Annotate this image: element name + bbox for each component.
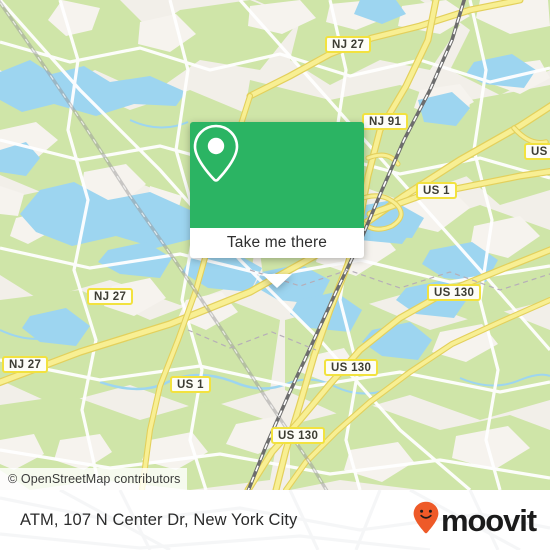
road-shield-us-130-right: US 130 — [427, 284, 482, 301]
road-shield-nj-27-bottomleft: NJ 27 — [2, 356, 49, 373]
road-shield-nj-27-left: NJ 27 — [87, 288, 134, 305]
osm-attribution-text: © OpenStreetMap contributors — [8, 472, 181, 486]
road-shield-us-1-right: US 1 — [416, 182, 457, 199]
callout-tail — [262, 274, 292, 288]
road-shield-nj-27-top: NJ 27 — [325, 36, 372, 53]
callout-pin-panel — [190, 122, 364, 228]
take-me-there-button[interactable]: Take me there — [190, 228, 364, 258]
road-shield-us-130-mid: US 130 — [324, 359, 379, 376]
road-shield-us-1-bottom: US 1 — [170, 376, 211, 393]
footer-bar: ATM, 107 N Center Dr, New York City moov… — [0, 490, 550, 550]
moovit-wordmark: moovit — [440, 502, 537, 538]
road-shield-us-edge: US — [524, 143, 550, 160]
map-canvas[interactable]: NJ 27 NJ 91 US US 1 US 130 NJ 27 US 130 NJ 27 US… — [0, 0, 550, 490]
osm-attribution[interactable]: © OpenStreetMap contributors — [0, 468, 187, 490]
take-me-there-label: Take me there — [226, 234, 328, 251]
road-shield-nj-91: NJ 91 — [362, 113, 409, 130]
location-callout-card[interactable]: Take me there — [190, 122, 364, 288]
location-title: ATM, 107 N Center Dr, New York City — [20, 510, 298, 529]
moovit-pin-icon — [413, 501, 439, 540]
road-shield-us-130-bottom: US 130 — [271, 427, 326, 444]
moovit-logo[interactable]: moovit — [413, 501, 537, 540]
moovit-map-screenshot: NJ 27 NJ 91 US US 1 US 130 NJ 27 US 130 NJ 27 US… — [0, 0, 550, 550]
